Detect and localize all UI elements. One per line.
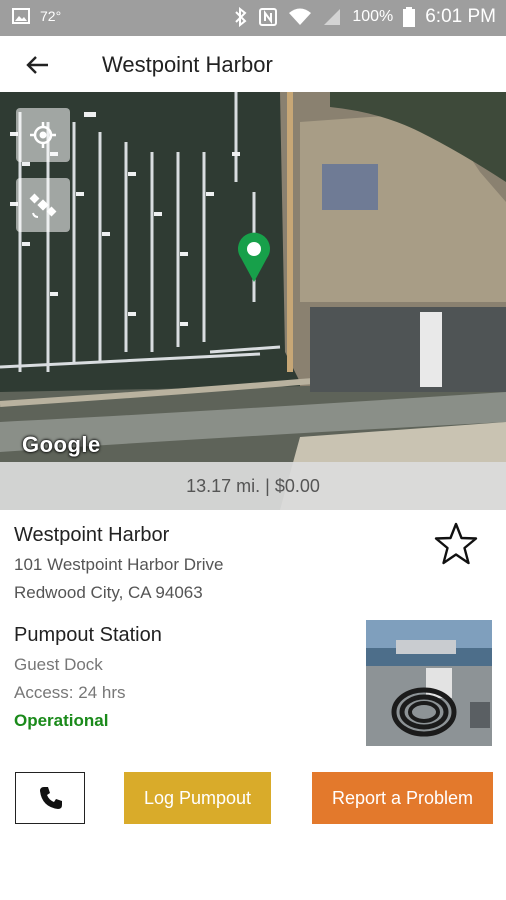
- status-left: 72°: [12, 8, 61, 24]
- image-icon: [12, 8, 30, 24]
- bluetooth-icon: [235, 7, 247, 27]
- my-location-button[interactable]: [16, 108, 70, 162]
- satellite-toggle-button[interactable]: [16, 178, 70, 232]
- location-name: Westpoint Harbor: [14, 524, 170, 546]
- call-button[interactable]: [15, 772, 85, 824]
- google-attribution: Google: [22, 432, 101, 457]
- star-outline-icon: [434, 522, 478, 565]
- nfc-icon: [259, 8, 278, 26]
- address-line2: Redwood City, CA 94063: [14, 583, 203, 602]
- temperature: 72°: [40, 8, 62, 24]
- report-problem-button[interactable]: Report a Problem: [312, 772, 493, 824]
- map-view[interactable]: Google 13.17 mi. | $0.00: [0, 92, 506, 510]
- station-access: Access: 24 hrs: [14, 683, 126, 702]
- status-badge: Operational: [14, 711, 109, 730]
- station-photo[interactable]: [366, 620, 492, 746]
- page-title: Westpoint Harbor: [102, 52, 273, 77]
- battery-percent: 100%: [352, 8, 394, 25]
- log-pumpout-button[interactable]: Log Pumpout: [124, 772, 271, 824]
- pumpout-photo-image: [366, 620, 492, 746]
- address-line1: 101 Westpoint Harbor Drive: [14, 555, 224, 574]
- battery-icon: [403, 7, 416, 27]
- clock: 6:01 PM: [425, 6, 496, 27]
- back-button[interactable]: [22, 49, 54, 81]
- location-info: Westpoint Harbor 101 Westpoint Harbor Dr…: [14, 524, 223, 603]
- station-title: Pumpout Station: [14, 624, 162, 646]
- phone-icon: [40, 787, 62, 809]
- favorite-button[interactable]: [432, 520, 480, 568]
- distance-price-bar: 13.17 mi. | $0.00: [0, 462, 506, 510]
- wifi-icon: [289, 8, 312, 25]
- back-arrow-icon: [26, 56, 48, 74]
- app-bar: Westpoint Harbor: [0, 36, 506, 92]
- satellite-icon: [29, 193, 57, 218]
- station-dock: Guest Dock: [14, 655, 103, 674]
- status-bar: 72° 100% 6:01 PM: [0, 0, 506, 36]
- my-location-icon: [30, 122, 56, 148]
- status-right: 100% 6:01 PM: [234, 6, 496, 28]
- station-info: Pumpout Station Guest Dock Access: 24 hr…: [14, 624, 162, 731]
- signal-icon: [324, 9, 341, 25]
